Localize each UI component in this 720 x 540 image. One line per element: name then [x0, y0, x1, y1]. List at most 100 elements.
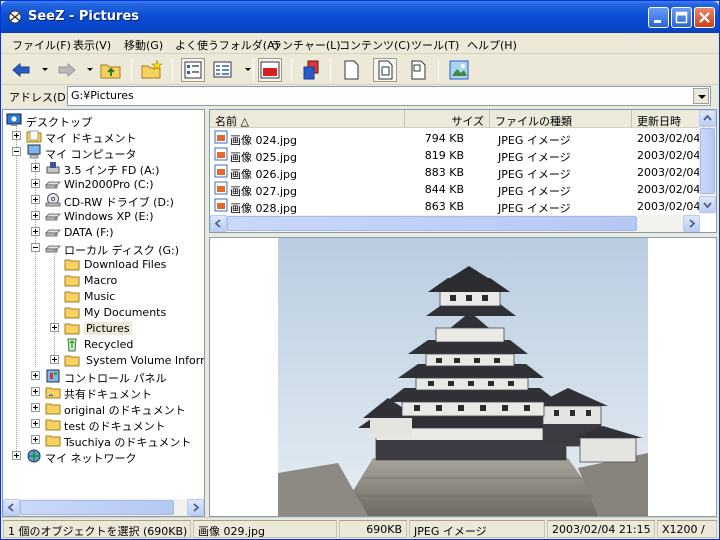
- floppy-icon: [46, 162, 60, 174]
- list-item[interactable]: 画像 026.jpg 883 KB JPEG イメージ 2003/02/04: [210, 163, 700, 181]
- list-item[interactable]: 画像 027.jpg 844 KB JPEG イメージ 2003/02/04: [210, 180, 700, 198]
- menu-go[interactable]: 移動(G): [124, 37, 163, 53]
- up-folder-icon[interactable]: [99, 58, 123, 82]
- back-dropdown-icon[interactable]: [42, 68, 48, 71]
- preview-image: [278, 238, 648, 516]
- drive-icon: [45, 213, 61, 221]
- folder-tree[interactable]: デスクトップ マイ ドキュメント マイ コンピュータ 3.5 インチ FD (A…: [2, 109, 205, 517]
- expand-toggle[interactable]: [31, 179, 40, 188]
- folder-icon: [45, 403, 61, 415]
- expand-toggle[interactable]: [50, 355, 59, 364]
- address-input[interactable]: G:¥Pictures: [67, 86, 711, 106]
- my-computer-icon: [27, 144, 41, 159]
- menu-file[interactable]: ファイル(F): [12, 37, 71, 53]
- control-panel-icon: [46, 369, 60, 383]
- expand-toggle[interactable]: [31, 227, 40, 236]
- title-bar[interactable]: SeeZ - Pictures: [1, 1, 719, 33]
- status-selection: 1 個のオブジェクトを選択 (690KB): [3, 520, 191, 538]
- list-horizontal-scrollbar[interactable]: [210, 215, 700, 232]
- expand-toggle[interactable]: [12, 131, 21, 140]
- window-title: SeeZ - Pictures: [28, 9, 139, 24]
- list-vertical-scrollbar[interactable]: [699, 110, 716, 214]
- desktop-icon: [6, 113, 22, 126]
- menu-tools[interactable]: ツール(T): [411, 37, 459, 53]
- tree-horizontal-scrollbar[interactable]: [3, 499, 204, 516]
- collapse-toggle[interactable]: [12, 147, 21, 156]
- view-list-icon[interactable]: [211, 58, 235, 82]
- shared-folder-icon: [45, 387, 61, 399]
- scroll-right-button[interactable]: [683, 215, 700, 232]
- preview-pane-icon: [260, 61, 280, 79]
- scroll-left-button[interactable]: [3, 499, 20, 516]
- drive-icon: [45, 229, 61, 237]
- chevron-down-icon: [703, 202, 712, 209]
- column-header-name[interactable]: 名前 △: [210, 110, 405, 128]
- maximize-button[interactable]: [671, 7, 692, 28]
- expand-toggle[interactable]: [31, 195, 40, 204]
- expand-toggle[interactable]: [12, 451, 21, 460]
- menu-view[interactable]: 表示(V): [73, 37, 111, 53]
- status-bar: 1 個のオブジェクトを選択 (690KB) 画像 029.jpg 690KB J…: [1, 517, 719, 539]
- menu-contents[interactable]: コンテンツ(C): [339, 37, 410, 53]
- back-arrow-icon[interactable]: [9, 58, 33, 82]
- page-thumb-icon[interactable]: [406, 58, 430, 82]
- status-type: JPEG イメージ: [409, 520, 545, 538]
- drive-icon: [45, 181, 61, 189]
- new-folder-icon[interactable]: [140, 58, 164, 82]
- forward-dropdown-icon[interactable]: [87, 68, 93, 71]
- image-viewer-icon[interactable]: [447, 58, 471, 82]
- jpeg-file-icon: [214, 130, 228, 144]
- collapse-toggle[interactable]: [31, 243, 40, 252]
- scroll-thumb[interactable]: [227, 216, 637, 231]
- menu-help[interactable]: ヘルプ(H): [467, 37, 517, 53]
- expand-toggle[interactable]: [31, 371, 40, 380]
- scroll-thumb[interactable]: [20, 500, 174, 515]
- list-item[interactable]: 画像 025.jpg 819 KB JPEG イメージ 2003/02/04: [210, 146, 700, 164]
- column-header-type[interactable]: ファイルの種類: [490, 110, 632, 128]
- expand-toggle[interactable]: [31, 403, 40, 412]
- preview-pane-button[interactable]: [258, 58, 282, 82]
- expand-toggle[interactable]: [31, 211, 40, 220]
- file-list[interactable]: 名前 △ サイズ ファイルの種類 更新日時 画像 024.jpg 794 KB …: [209, 109, 717, 233]
- scroll-thumb[interactable]: [700, 128, 715, 194]
- menu-favorites[interactable]: よく使うフォルダ(A): [175, 37, 279, 53]
- page-view-button[interactable]: [373, 58, 397, 82]
- expand-toggle[interactable]: [31, 419, 40, 428]
- scroll-up-button[interactable]: [699, 110, 716, 127]
- chevron-right-icon: [689, 219, 696, 228]
- address-dropdown-button[interactable]: [693, 88, 709, 104]
- folder-icon: [45, 435, 61, 447]
- maximize-icon: [675, 11, 688, 24]
- folder-icon: [64, 323, 80, 335]
- column-header-size[interactable]: サイズ: [405, 110, 490, 128]
- view-mode-dropdown-icon[interactable]: [245, 68, 251, 71]
- expand-toggle[interactable]: [31, 163, 40, 172]
- address-label: アドレス(D): [9, 91, 71, 104]
- status-date: 2003/02/04 21:15: [547, 520, 655, 538]
- menu-launcher[interactable]: ランチャー(L): [271, 37, 341, 53]
- expand-toggle[interactable]: [50, 323, 59, 332]
- column-header-date[interactable]: 更新日時: [632, 110, 700, 128]
- expand-toggle[interactable]: [31, 435, 40, 444]
- my-documents-icon: [26, 130, 42, 143]
- scroll-right-button[interactable]: [187, 499, 204, 516]
- toolbar: [1, 55, 719, 85]
- seez-app-icon[interactable]: [7, 9, 23, 25]
- expand-toggle[interactable]: [31, 387, 40, 396]
- chevron-left-icon: [7, 503, 14, 512]
- close-icon: [699, 12, 710, 23]
- scroll-left-button[interactable]: [210, 215, 227, 232]
- folder-icon: [45, 419, 61, 431]
- minimize-button[interactable]: [648, 7, 669, 28]
- scroll-down-button[interactable]: [699, 196, 716, 213]
- list-item[interactable]: 画像 024.jpg 794 KB JPEG イメージ 2003/02/04: [210, 129, 700, 147]
- folder-icon: [64, 275, 80, 287]
- minimize-icon: [654, 20, 661, 23]
- forward-arrow-icon[interactable]: [55, 58, 79, 82]
- list-item[interactable]: 画像 028.jpg 863 KB JPEG イメージ 2003/02/04: [210, 197, 700, 215]
- close-button[interactable]: [694, 7, 715, 28]
- blank-page-icon[interactable]: [339, 58, 363, 82]
- copy-files-icon[interactable]: [299, 58, 323, 82]
- view-details-button[interactable]: [181, 58, 205, 82]
- image-preview-pane[interactable]: [209, 237, 717, 517]
